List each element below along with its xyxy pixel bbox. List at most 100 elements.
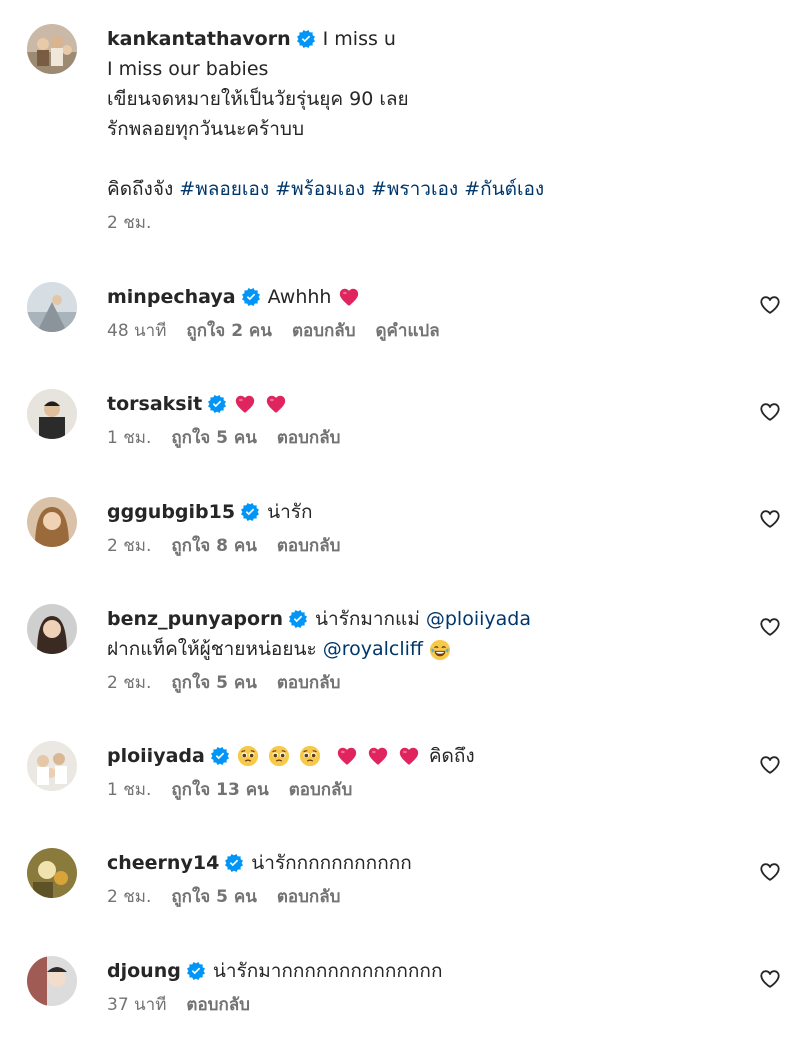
timestamp[interactable]: 2 ชม. bbox=[107, 208, 151, 238]
mention-link[interactable]: @ploiiyada bbox=[426, 604, 531, 634]
verified-badge-icon bbox=[242, 288, 260, 306]
username[interactable]: djoung bbox=[107, 956, 181, 986]
reply-button[interactable]: ตอบกลับ bbox=[292, 316, 356, 346]
like-heart-icon[interactable] bbox=[759, 861, 781, 883]
comment-content: cheerny14 น่ารักกกกกกกกกกก 2 ชม. ถูกใจ 5… bbox=[107, 848, 747, 909]
caption-line: I miss u bbox=[322, 28, 396, 50]
red-heart-emoji-icon bbox=[398, 745, 420, 767]
pleading-face-emoji-icon bbox=[237, 745, 259, 767]
caption-line: รักพลอยทุกวันนะคร้าบบ bbox=[107, 118, 305, 140]
comment-text: Awhhh bbox=[267, 286, 338, 308]
comment-meta: 1 ชม. ถูกใจ 5 คน ตอบกลับ bbox=[107, 426, 747, 450]
red-heart-emoji-icon bbox=[234, 393, 256, 415]
red-heart-emoji-icon bbox=[367, 745, 389, 767]
comment-content: minpechaya Awhhh 48 นาที ถูกใจ 2 คน ตอบก… bbox=[107, 282, 747, 343]
pleading-face-emoji-icon bbox=[268, 745, 290, 767]
caption-meta: 2 ชม. bbox=[107, 211, 747, 235]
red-heart-emoji-icon bbox=[338, 286, 360, 308]
username[interactable]: torsaksit bbox=[107, 389, 202, 419]
like-heart-icon[interactable] bbox=[759, 294, 781, 316]
reply-button[interactable]: ตอบกลับ bbox=[289, 775, 353, 805]
comment-content: gggubgib15 น่ารัก 2 ชม. ถูกใจ 8 คน ตอบกล… bbox=[107, 497, 747, 558]
verified-badge-icon bbox=[211, 747, 229, 765]
likes-count-button[interactable]: ถูกใจ 8 คน bbox=[171, 531, 257, 561]
avatar[interactable] bbox=[27, 741, 77, 791]
username[interactable]: ploiiyada bbox=[107, 741, 205, 771]
pleading-face-emoji-icon bbox=[299, 745, 321, 767]
verified-badge-icon bbox=[208, 395, 226, 413]
caption-line: I miss our babies bbox=[107, 58, 269, 80]
timestamp[interactable]: 2 ชม. bbox=[107, 531, 151, 561]
comment-content: benz_punyaporn น่ารักมากแม่ @ploiiyada ฝ… bbox=[107, 604, 747, 695]
verified-badge-icon bbox=[225, 854, 243, 872]
avatar[interactable] bbox=[27, 497, 77, 547]
reply-button[interactable]: ตอบกลับ bbox=[277, 668, 341, 698]
caption-line: เขียนจดหมายให้เป็นวัยรุ่นยุค 90 เลย bbox=[107, 88, 409, 110]
comment-meta: 2 ชม. ถูกใจ 8 คน ตอบกลับ bbox=[107, 534, 747, 558]
comment-meta: 48 นาที ถูกใจ 2 คน ตอบกลับ ดูคำแปล bbox=[107, 319, 747, 343]
reply-button[interactable]: ตอบกลับ bbox=[277, 531, 341, 561]
verified-badge-icon bbox=[187, 962, 205, 980]
hashtag-link[interactable]: #พร้อมเอง bbox=[275, 178, 365, 200]
avatar[interactable] bbox=[27, 282, 77, 332]
timestamp[interactable]: 2 ชม. bbox=[107, 882, 151, 912]
comment-text: น่ารักมากแม่ bbox=[314, 608, 426, 630]
reply-button[interactable]: ตอบกลับ bbox=[277, 882, 341, 912]
timestamp[interactable]: 1 ชม. bbox=[107, 775, 151, 805]
like-heart-icon[interactable] bbox=[759, 508, 781, 530]
comment-text-line: ฝากแท็คให้ผู้ชายหน่อยนะ @royalcliff bbox=[107, 634, 747, 664]
verified-badge-icon bbox=[241, 503, 259, 521]
avatar[interactable] bbox=[27, 956, 77, 1006]
avatar[interactable] bbox=[27, 604, 77, 654]
comment-content: djoung น่ารักมากกกกกกกกกกกกกก 37 นาที ตอ… bbox=[107, 956, 747, 1017]
like-heart-icon[interactable] bbox=[759, 616, 781, 638]
laughing-emoji-icon bbox=[429, 639, 451, 661]
comment-text: น่ารักมากกกกกกกกกกกกกก bbox=[212, 960, 443, 982]
avatar[interactable] bbox=[27, 848, 77, 898]
timestamp[interactable]: 48 นาที bbox=[107, 316, 166, 346]
likes-count-button[interactable]: ถูกใจ 13 คน bbox=[171, 775, 268, 805]
comment-text: คิดถึง bbox=[428, 745, 475, 767]
caption-prefix: คิดถึงจัง bbox=[107, 178, 180, 200]
reply-button[interactable]: ตอบกลับ bbox=[277, 423, 341, 453]
red-heart-emoji-icon bbox=[265, 393, 287, 415]
reply-button[interactable]: ตอบกลับ bbox=[186, 990, 250, 1020]
likes-count-button[interactable]: ถูกใจ 5 คน bbox=[171, 668, 257, 698]
verified-badge-icon bbox=[289, 610, 307, 628]
caption-hashtag-line: คิดถึงจัง #พลอยเอง #พร้อมเอง #พราวเอง #ก… bbox=[107, 174, 747, 204]
like-heart-icon[interactable] bbox=[759, 401, 781, 423]
comment-text: น่ารัก bbox=[267, 501, 313, 523]
username[interactable]: kankantathavorn bbox=[107, 24, 291, 54]
timestamp[interactable]: 1 ชม. bbox=[107, 423, 151, 453]
comment-meta: 2 ชม. ถูกใจ 5 คน ตอบกลับ bbox=[107, 885, 747, 909]
comment-meta: 37 นาที ตอบกลับ bbox=[107, 993, 747, 1017]
comment-meta: 2 ชม. ถูกใจ 5 คน ตอบกลับ bbox=[107, 671, 747, 695]
hashtag-link[interactable]: #พลอยเอง bbox=[179, 178, 269, 200]
comment-meta: 1 ชม. ถูกใจ 13 คน ตอบกลับ bbox=[107, 778, 747, 802]
hashtag-link[interactable]: #พราวเอง bbox=[371, 178, 458, 200]
comment-text: ฝากแท็คให้ผู้ชายหน่อยนะ bbox=[107, 638, 323, 660]
username[interactable]: minpechaya bbox=[107, 282, 236, 312]
verified-badge-icon bbox=[297, 30, 315, 48]
timestamp[interactable]: 37 นาที bbox=[107, 990, 166, 1020]
comment-text: น่ารักกกกกกกกกกก bbox=[251, 852, 412, 874]
caption-content: kankantathavorn I miss u I miss our babi… bbox=[107, 24, 747, 235]
like-heart-icon[interactable] bbox=[759, 754, 781, 776]
avatar[interactable] bbox=[27, 24, 77, 74]
comment-content: torsaksit 1 ชม. ถูกใจ 5 คน ตอบกลับ bbox=[107, 389, 747, 450]
avatar[interactable] bbox=[27, 389, 77, 439]
see-translation-button[interactable]: ดูคำแปล bbox=[375, 316, 439, 346]
mention-link[interactable]: @royalcliff bbox=[323, 638, 423, 660]
timestamp[interactable]: 2 ชม. bbox=[107, 668, 151, 698]
likes-count-button[interactable]: ถูกใจ 5 คน bbox=[171, 882, 257, 912]
red-heart-emoji-icon bbox=[336, 745, 358, 767]
comment-content: ploiiyada คิดถึง 1 ชม. ถูกใจ 13 คน ตอบกล… bbox=[107, 741, 747, 802]
username[interactable]: benz_punyaporn bbox=[107, 604, 283, 634]
username[interactable]: cheerny14 bbox=[107, 848, 219, 878]
username[interactable]: gggubgib15 bbox=[107, 497, 235, 527]
likes-count-button[interactable]: ถูกใจ 5 คน bbox=[171, 423, 257, 453]
like-heart-icon[interactable] bbox=[759, 968, 781, 990]
hashtag-link[interactable]: #กันต์เอง bbox=[464, 178, 544, 200]
likes-count-button[interactable]: ถูกใจ 2 คน bbox=[186, 316, 272, 346]
